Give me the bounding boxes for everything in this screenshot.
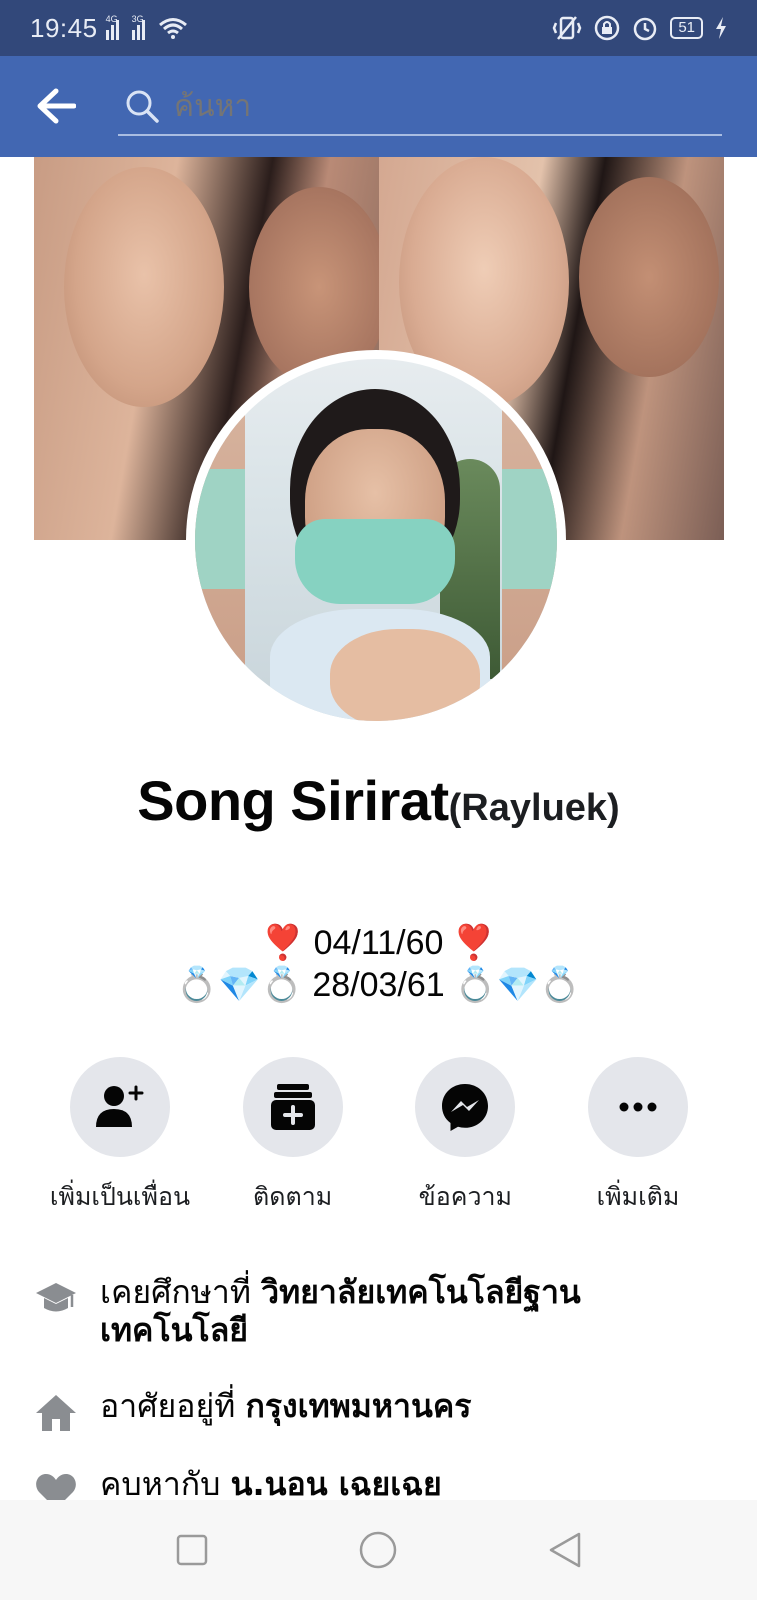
action-label: ข้อความ bbox=[418, 1182, 512, 1211]
profile-alternate-name: (Rayluek) bbox=[448, 787, 620, 829]
battery-indicator: 51 bbox=[670, 17, 703, 39]
action-label: เพิ่มเติม bbox=[596, 1182, 680, 1211]
messenger-icon bbox=[442, 1084, 489, 1131]
home-button-icon[interactable] bbox=[358, 1530, 398, 1570]
follow-icon bbox=[270, 1084, 315, 1130]
signal-4g-icon: 4G bbox=[105, 14, 124, 40]
profile-name-main: Song Sirirat bbox=[137, 769, 449, 832]
charging-icon bbox=[716, 17, 726, 39]
search-bar[interactable] bbox=[118, 78, 722, 136]
add-friend-icon bbox=[96, 1085, 144, 1127]
home-icon bbox=[36, 1395, 76, 1431]
action-label: ติดตาม bbox=[253, 1182, 333, 1211]
alarm-icon bbox=[634, 17, 657, 41]
profile-bio: ❣️ 04/11/60 ❣️ 💍💎💍 28/03/61 💍💎💍 bbox=[0, 922, 757, 1006]
detail-relationship-prefix: คบหากับ bbox=[100, 1465, 231, 1503]
profile-picture[interactable] bbox=[186, 350, 566, 730]
action-label: เพิ่มเป็นเพื่อน bbox=[49, 1182, 191, 1211]
graduation-cap-icon bbox=[36, 1283, 76, 1312]
detail-residence-prefix: อาศัยอยู่ที่ bbox=[100, 1387, 246, 1425]
back-arrow-icon[interactable] bbox=[36, 88, 76, 124]
profile-name: Song Sirirat(Rayluek) bbox=[0, 768, 757, 833]
message-button[interactable]: ข้อความ bbox=[379, 1057, 551, 1217]
back-button-icon[interactable] bbox=[547, 1530, 583, 1570]
search-icon bbox=[126, 90, 159, 123]
signal-indicators: 4G 3G bbox=[105, 14, 188, 40]
more-icon bbox=[619, 1102, 657, 1112]
status-time: 19:45 bbox=[30, 12, 98, 43]
detail-education-prefix: เคยศึกษาที่ bbox=[100, 1273, 262, 1311]
search-input[interactable] bbox=[174, 88, 694, 124]
signal-3g-icon: 3G bbox=[131, 14, 150, 40]
detail-residence-value: กรุงเทพมหานคร bbox=[245, 1387, 472, 1425]
bio-line: ❣️ 04/11/60 ❣️ bbox=[261, 924, 496, 962]
follow-button[interactable]: ติดตาม bbox=[207, 1057, 379, 1217]
status-bar: 19:45 4G 3G 51 bbox=[0, 0, 757, 56]
avatar-image bbox=[195, 359, 557, 721]
detail-residence[interactable]: อาศัยอยู่ที่ กรุงเทพมหานคร bbox=[34, 1387, 724, 1435]
recent-apps-icon[interactable] bbox=[175, 1533, 209, 1567]
detail-relationship-value: น.นอน เฉยเฉย bbox=[230, 1465, 442, 1503]
detail-education[interactable]: เคยศึกษาที่ วิทยาลัยเทคโนโลยีฐาน เทคโนโล… bbox=[34, 1273, 724, 1349]
wifi-icon bbox=[158, 18, 187, 39]
app-bar bbox=[0, 56, 757, 157]
profile-actions: เพิ่มเป็นเพื่อน ติดตาม ข้อความ เพิ่มเติม bbox=[34, 1057, 724, 1217]
screen-lock-icon bbox=[595, 15, 620, 41]
more-button[interactable]: เพิ่มเติม bbox=[552, 1057, 724, 1217]
status-right-icons: 51 bbox=[552, 15, 727, 41]
add-friend-button[interactable]: เพิ่มเป็นเพื่อน bbox=[34, 1057, 206, 1217]
vibrate-icon bbox=[552, 16, 582, 40]
bio-line: 💍💎💍 28/03/61 💍💎💍 bbox=[175, 966, 582, 1004]
system-nav-bar bbox=[0, 1500, 757, 1600]
